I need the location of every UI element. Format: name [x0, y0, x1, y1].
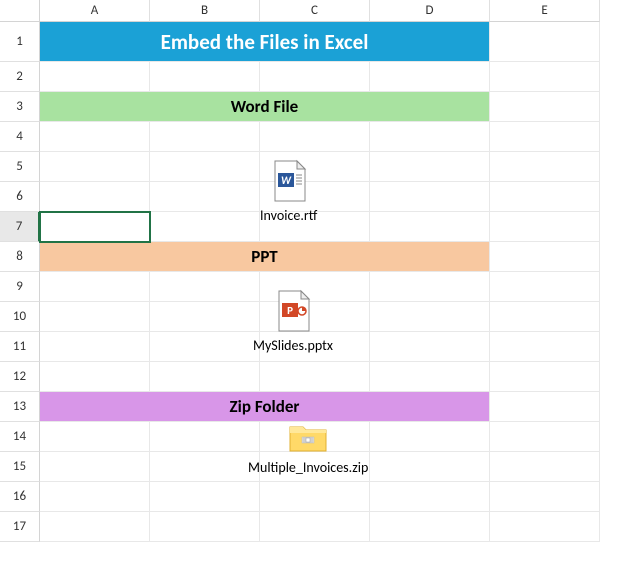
- col-header-a[interactable]: A: [40, 0, 150, 22]
- row-header-14[interactable]: 14: [0, 422, 40, 452]
- row-header-6[interactable]: 6: [0, 182, 40, 212]
- section-zip-header[interactable]: Zip Folder: [40, 392, 490, 422]
- cell-b10[interactable]: [150, 302, 260, 332]
- cell-c16[interactable]: [260, 482, 370, 512]
- ppt-file-icon: P: [275, 289, 311, 333]
- row-header-4[interactable]: 4: [0, 122, 40, 152]
- cell-e1[interactable]: [490, 22, 600, 62]
- cell-e5[interactable]: [490, 152, 600, 182]
- cell-a4[interactable]: [40, 122, 150, 152]
- cell-d12[interactable]: [370, 362, 490, 392]
- cell-b2[interactable]: [150, 62, 260, 92]
- cell-b11[interactable]: [150, 332, 260, 362]
- row-header-11[interactable]: 11: [0, 332, 40, 362]
- cell-b5[interactable]: [150, 152, 260, 182]
- cell-d9[interactable]: [370, 272, 490, 302]
- row-header-16[interactable]: 16: [0, 482, 40, 512]
- cell-a17[interactable]: [40, 512, 150, 542]
- cell-b15[interactable]: [150, 452, 260, 482]
- cell-e13[interactable]: [490, 392, 600, 422]
- embedded-word-label: Invoice.rtf: [260, 207, 317, 224]
- cell-a12[interactable]: [40, 362, 150, 392]
- cell-e7[interactable]: [490, 212, 600, 242]
- zip-folder-icon: [288, 419, 328, 455]
- cell-d14[interactable]: [370, 422, 490, 452]
- cell-d15[interactable]: [370, 452, 490, 482]
- cell-b6[interactable]: [150, 182, 260, 212]
- row-header-10[interactable]: 10: [0, 302, 40, 332]
- cell-d2[interactable]: [370, 62, 490, 92]
- row-header-3[interactable]: 3: [0, 92, 40, 122]
- embedded-zip-object[interactable]: Multiple_Invoices.zip: [248, 419, 368, 476]
- cell-c2[interactable]: [260, 62, 370, 92]
- cell-b16[interactable]: [150, 482, 260, 512]
- cell-d6[interactable]: [370, 182, 490, 212]
- cell-e15[interactable]: [490, 452, 600, 482]
- cell-a14[interactable]: [40, 422, 150, 452]
- cell-d16[interactable]: [370, 482, 490, 512]
- cell-d10[interactable]: [370, 302, 490, 332]
- cell-c12[interactable]: [260, 362, 370, 392]
- section-word-header[interactable]: Word File: [40, 92, 490, 122]
- section-ppt-header[interactable]: PPT: [40, 242, 490, 272]
- cell-b14[interactable]: [150, 422, 260, 452]
- cell-a5[interactable]: [40, 152, 150, 182]
- cell-a6[interactable]: [40, 182, 150, 212]
- cell-a7[interactable]: [40, 212, 150, 242]
- row-header-9[interactable]: 9: [0, 272, 40, 302]
- row-header-12[interactable]: 12: [0, 362, 40, 392]
- cell-e4[interactable]: [490, 122, 600, 152]
- row-header-17[interactable]: 17: [0, 512, 40, 542]
- row-header-5[interactable]: 5: [0, 152, 40, 182]
- cell-b4[interactable]: [150, 122, 260, 152]
- svg-text:W: W: [281, 174, 292, 187]
- word-file-icon: W: [271, 159, 307, 203]
- row-header-8[interactable]: 8: [0, 242, 40, 272]
- cell-e10[interactable]: [490, 302, 600, 332]
- cell-e14[interactable]: [490, 422, 600, 452]
- embedded-zip-label: Multiple_Invoices.zip: [248, 459, 368, 476]
- cell-e17[interactable]: [490, 512, 600, 542]
- embedded-word-object[interactable]: W Invoice.rtf: [260, 159, 317, 224]
- cell-b9[interactable]: [150, 272, 260, 302]
- row-header-7[interactable]: 7: [0, 212, 40, 242]
- cell-c17[interactable]: [260, 512, 370, 542]
- embedded-ppt-object[interactable]: P MySlides.pptx: [253, 289, 333, 354]
- cell-d11[interactable]: [370, 332, 490, 362]
- col-header-c[interactable]: C: [260, 0, 370, 22]
- cell-e16[interactable]: [490, 482, 600, 512]
- cell-e9[interactable]: [490, 272, 600, 302]
- col-header-d[interactable]: D: [370, 0, 490, 22]
- cell-a15[interactable]: [40, 452, 150, 482]
- col-header-b[interactable]: B: [150, 0, 260, 22]
- embedded-ppt-label: MySlides.pptx: [253, 337, 333, 354]
- title-cell[interactable]: Embed the Files in Excel: [40, 22, 490, 62]
- cell-e6[interactable]: [490, 182, 600, 212]
- cell-a10[interactable]: [40, 302, 150, 332]
- cell-c4[interactable]: [260, 122, 370, 152]
- row-header-1[interactable]: 1: [0, 22, 40, 62]
- row-header-2[interactable]: 2: [0, 62, 40, 92]
- row-header-13[interactable]: 13: [0, 392, 40, 422]
- cell-d7[interactable]: [370, 212, 490, 242]
- row-header-15[interactable]: 15: [0, 452, 40, 482]
- cell-a16[interactable]: [40, 482, 150, 512]
- cell-d5[interactable]: [370, 152, 490, 182]
- cell-a11[interactable]: [40, 332, 150, 362]
- cell-e2[interactable]: [490, 62, 600, 92]
- col-header-e[interactable]: E: [490, 0, 600, 22]
- cell-e11[interactable]: [490, 332, 600, 362]
- cell-b12[interactable]: [150, 362, 260, 392]
- cell-e3[interactable]: [490, 92, 600, 122]
- cell-e12[interactable]: [490, 362, 600, 392]
- cell-d4[interactable]: [370, 122, 490, 152]
- cell-a9[interactable]: [40, 272, 150, 302]
- svg-text:P: P: [287, 304, 293, 317]
- select-all-corner[interactable]: [0, 0, 40, 22]
- cell-d17[interactable]: [370, 512, 490, 542]
- cell-b17[interactable]: [150, 512, 260, 542]
- cell-b7[interactable]: [150, 212, 260, 242]
- cell-e8[interactable]: [490, 242, 600, 272]
- cell-a2[interactable]: [40, 62, 150, 92]
